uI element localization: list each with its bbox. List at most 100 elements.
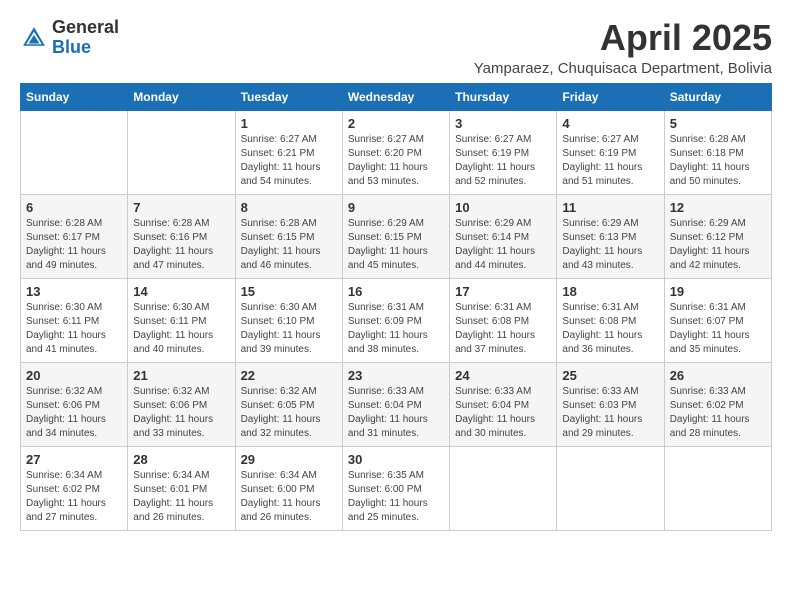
- calendar-cell: 4Sunrise: 6:27 AM Sunset: 6:19 PM Daylig…: [557, 110, 664, 194]
- page-header: General Blue April 2025 Yamparaez, Chuqu…: [20, 18, 772, 77]
- day-number: 25: [562, 368, 658, 383]
- day-number: 19: [670, 284, 766, 299]
- day-number: 23: [348, 368, 444, 383]
- day-info: Sunrise: 6:33 AM Sunset: 6:02 PM Dayligh…: [670, 385, 766, 441]
- day-number: 24: [455, 368, 551, 383]
- day-info: Sunrise: 6:29 AM Sunset: 6:12 PM Dayligh…: [670, 217, 766, 273]
- day-info: Sunrise: 6:32 AM Sunset: 6:06 PM Dayligh…: [26, 385, 122, 441]
- day-info: Sunrise: 6:27 AM Sunset: 6:19 PM Dayligh…: [455, 133, 551, 189]
- logo-icon: [20, 24, 48, 52]
- day-info: Sunrise: 6:29 AM Sunset: 6:13 PM Dayligh…: [562, 217, 658, 273]
- day-number: 5: [670, 116, 766, 131]
- calendar-cell: 23 Sunrise: 6:33 AM Sunset: 6:04 PM Dayli…: [342, 362, 449, 446]
- day-info: Sunrise: 6:28 AM Sunset: 6:16 PM Dayligh…: [133, 217, 229, 273]
- calendar-cell: 11Sunrise: 6:29 AM Sunset: 6:13 PM Dayli…: [557, 194, 664, 278]
- calendar-cell: [450, 446, 557, 530]
- calendar-cell: 28Sunrise: 6:34 AM Sunset: 6:01 PM Dayli…: [128, 446, 235, 530]
- calendar-cell: 17Sunrise: 6:31 AM Sunset: 6:08 PM Dayli…: [450, 278, 557, 362]
- calendar-cell: 3 Sunrise: 6:27 AM Sunset: 6:19 PM Daylig…: [450, 110, 557, 194]
- day-info: Sunrise: 6:29 AM Sunset: 6:14 PM Dayligh…: [455, 217, 551, 273]
- calendar-cell: 16Sunrise: 6:31 AM Sunset: 6:09 PM Dayli…: [342, 278, 449, 362]
- calendar-cell: 21 Sunrise: 6:32 AM Sunset: 6:06 PM Dayli…: [128, 362, 235, 446]
- header-day-wednesday: Wednesday: [342, 83, 449, 110]
- day-number: 8: [241, 200, 337, 215]
- day-info: Sunrise: 6:31 AM Sunset: 6:08 PM Dayligh…: [562, 301, 658, 357]
- day-info: Sunrise: 6:32 AM Sunset: 6:05 PM Dayligh…: [241, 385, 337, 441]
- day-info: Sunrise: 6:34 AM Sunset: 6:02 PM Dayligh…: [26, 469, 122, 525]
- calendar-table: SundayMondayTuesdayWednesdayThursdayFrid…: [20, 83, 772, 531]
- calendar-cell: 9 Sunrise: 6:29 AM Sunset: 6:15 PM Daylig…: [342, 194, 449, 278]
- day-info: Sunrise: 6:28 AM Sunset: 6:18 PM Dayligh…: [670, 133, 766, 189]
- day-number: 14: [133, 284, 229, 299]
- calendar-week-row: 13 Sunrise: 6:30 AM Sunset: 6:11 PM Dayli…: [21, 278, 772, 362]
- day-number: 18: [562, 284, 658, 299]
- day-number: 7: [133, 200, 229, 215]
- calendar-week-row: 27Sunrise: 6:34 AM Sunset: 6:02 PM Dayli…: [21, 446, 772, 530]
- calendar-cell: [21, 110, 128, 194]
- calendar-cell: 25 Sunrise: 6:33 AM Sunset: 6:03 PM Dayli…: [557, 362, 664, 446]
- day-info: Sunrise: 6:34 AM Sunset: 6:01 PM Dayligh…: [133, 469, 229, 525]
- day-number: 17: [455, 284, 551, 299]
- day-number: 29: [241, 452, 337, 467]
- day-info: Sunrise: 6:30 AM Sunset: 6:11 PM Dayligh…: [26, 301, 122, 357]
- header-day-saturday: Saturday: [664, 83, 771, 110]
- day-info: Sunrise: 6:28 AM Sunset: 6:15 PM Dayligh…: [241, 217, 337, 273]
- calendar-cell: 18 Sunrise: 6:31 AM Sunset: 6:08 PM Dayli…: [557, 278, 664, 362]
- day-info: Sunrise: 6:33 AM Sunset: 6:04 PM Dayligh…: [348, 385, 444, 441]
- logo: General Blue: [20, 18, 119, 58]
- header-day-sunday: Sunday: [21, 83, 128, 110]
- logo-general-text: General: [52, 18, 119, 38]
- day-info: Sunrise: 6:30 AM Sunset: 6:10 PM Dayligh…: [241, 301, 337, 357]
- calendar-cell: 24Sunrise: 6:33 AM Sunset: 6:04 PM Dayli…: [450, 362, 557, 446]
- day-number: 10: [455, 200, 551, 215]
- day-info: Sunrise: 6:27 AM Sunset: 6:21 PM Dayligh…: [241, 133, 337, 189]
- calendar-cell: 29 Sunrise: 6:34 AM Sunset: 6:00 PM Dayli…: [235, 446, 342, 530]
- calendar-cell: [128, 110, 235, 194]
- title-block: April 2025 Yamparaez, Chuquisaca Departm…: [474, 18, 772, 77]
- day-info: Sunrise: 6:28 AM Sunset: 6:17 PM Dayligh…: [26, 217, 122, 273]
- day-number: 1: [241, 116, 337, 131]
- day-number: 4: [562, 116, 658, 131]
- calendar-cell: 8 Sunrise: 6:28 AM Sunset: 6:15 PM Daylig…: [235, 194, 342, 278]
- day-number: 9: [348, 200, 444, 215]
- calendar-cell: [557, 446, 664, 530]
- header-day-monday: Monday: [128, 83, 235, 110]
- header-day-thursday: Thursday: [450, 83, 557, 110]
- calendar-cell: 26 Sunrise: 6:33 AM Sunset: 6:02 PM Dayli…: [664, 362, 771, 446]
- day-number: 13: [26, 284, 122, 299]
- location-title: Yamparaez, Chuquisaca Department, Bolivi…: [474, 60, 772, 77]
- calendar-cell: 7 Sunrise: 6:28 AM Sunset: 6:16 PM Daylig…: [128, 194, 235, 278]
- calendar-cell: 19 Sunrise: 6:31 AM Sunset: 6:07 PM Dayli…: [664, 278, 771, 362]
- calendar-cell: 13 Sunrise: 6:30 AM Sunset: 6:11 PM Dayli…: [21, 278, 128, 362]
- calendar-cell: 27Sunrise: 6:34 AM Sunset: 6:02 PM Dayli…: [21, 446, 128, 530]
- calendar-cell: 5 Sunrise: 6:28 AM Sunset: 6:18 PM Daylig…: [664, 110, 771, 194]
- calendar-cell: [664, 446, 771, 530]
- day-info: Sunrise: 6:29 AM Sunset: 6:15 PM Dayligh…: [348, 217, 444, 273]
- calendar-cell: 14 Sunrise: 6:30 AM Sunset: 6:11 PM Dayli…: [128, 278, 235, 362]
- day-info: Sunrise: 6:35 AM Sunset: 6:00 PM Dayligh…: [348, 469, 444, 525]
- calendar-cell: 6 Sunrise: 6:28 AM Sunset: 6:17 PM Daylig…: [21, 194, 128, 278]
- day-info: Sunrise: 6:31 AM Sunset: 6:09 PM Dayligh…: [348, 301, 444, 357]
- day-info: Sunrise: 6:30 AM Sunset: 6:11 PM Dayligh…: [133, 301, 229, 357]
- month-title: April 2025: [474, 18, 772, 58]
- day-info: Sunrise: 6:27 AM Sunset: 6:20 PM Dayligh…: [348, 133, 444, 189]
- calendar-header-row: SundayMondayTuesdayWednesdayThursdayFrid…: [21, 83, 772, 110]
- day-info: Sunrise: 6:34 AM Sunset: 6:00 PM Dayligh…: [241, 469, 337, 525]
- logo-text: General Blue: [52, 18, 119, 58]
- day-info: Sunrise: 6:31 AM Sunset: 6:07 PM Dayligh…: [670, 301, 766, 357]
- day-number: 22: [241, 368, 337, 383]
- calendar-cell: 20Sunrise: 6:32 AM Sunset: 6:06 PM Dayli…: [21, 362, 128, 446]
- day-info: Sunrise: 6:32 AM Sunset: 6:06 PM Dayligh…: [133, 385, 229, 441]
- day-info: Sunrise: 6:33 AM Sunset: 6:03 PM Dayligh…: [562, 385, 658, 441]
- calendar-cell: 2 Sunrise: 6:27 AM Sunset: 6:20 PM Daylig…: [342, 110, 449, 194]
- day-number: 21: [133, 368, 229, 383]
- day-number: 3: [455, 116, 551, 131]
- header-day-tuesday: Tuesday: [235, 83, 342, 110]
- calendar-cell: 10 Sunrise: 6:29 AM Sunset: 6:14 PM Dayli…: [450, 194, 557, 278]
- logo-blue-text: Blue: [52, 38, 119, 58]
- day-number: 26: [670, 368, 766, 383]
- calendar-cell: 22 Sunrise: 6:32 AM Sunset: 6:05 PM Dayli…: [235, 362, 342, 446]
- day-number: 6: [26, 200, 122, 215]
- calendar-cell: 15Sunrise: 6:30 AM Sunset: 6:10 PM Dayli…: [235, 278, 342, 362]
- day-number: 2: [348, 116, 444, 131]
